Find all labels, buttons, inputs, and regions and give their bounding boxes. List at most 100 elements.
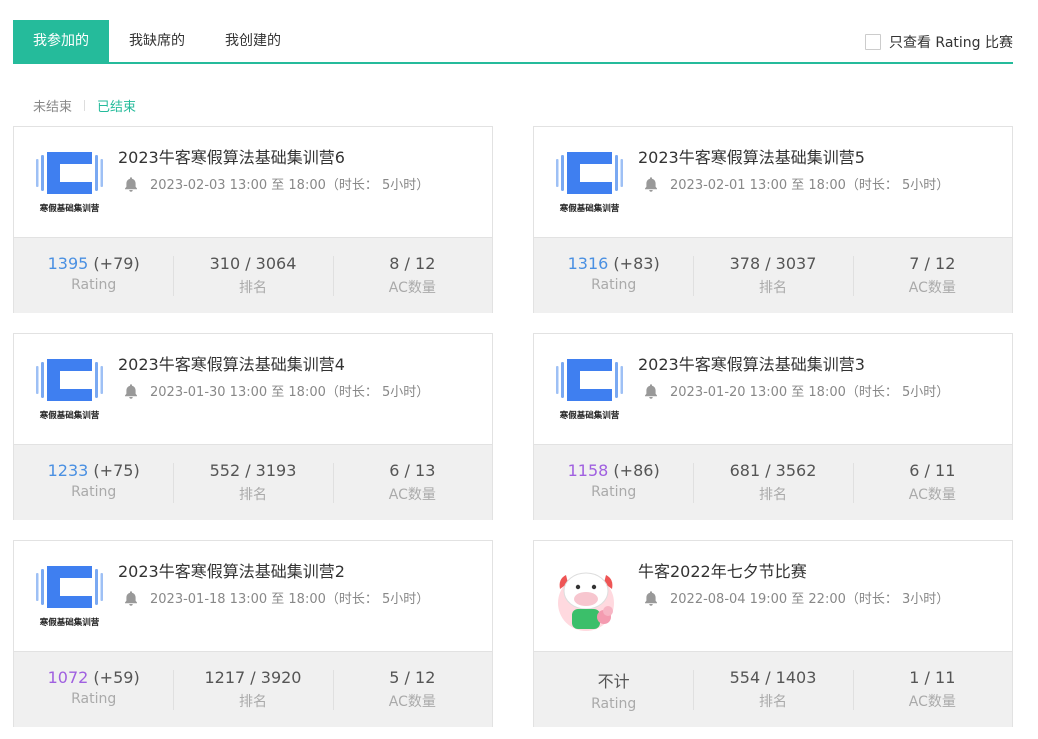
stat-rating: 1316 (+83) Rating — [534, 238, 693, 313]
status-filter: 未结束 已结束 — [33, 96, 136, 115]
rank-value: 310 / 3064 — [209, 254, 297, 273]
stat-rating: 1395 (+79) Rating — [14, 238, 173, 313]
rating-number: 不计 — [597, 672, 630, 691]
contest-card-header[interactable]: 寒假基础集训营 2023牛客寒假算法基础集训营4 2023-01-30 13:0… — [14, 334, 492, 444]
contest-card: 牛客2022年七夕节比赛 2022-08-04 19:00 至 22:00（时长… — [533, 540, 1013, 727]
contest-time-text: 2022-08-04 19:00 至 22:00（时长： 3小时） — [670, 592, 950, 607]
rating-label: Rating — [591, 277, 637, 293]
ac-label: AC数量 — [908, 694, 956, 710]
stat-rank: 681 / 3562 排名 — [693, 445, 852, 520]
contest-stats: 不计 Rating 554 / 1403 排名 1 / 11 AC数量 — [534, 651, 1012, 727]
stat-rating: 1233 (+75) Rating — [14, 445, 173, 520]
rating-label: Rating — [591, 484, 637, 500]
rating-value: 1395 (+79) — [14, 254, 173, 273]
logo-caption: 寒假基础集训营 — [39, 203, 100, 214]
cow-mascot-logo — [558, 572, 614, 631]
contest-time-text: 2023-01-20 13:00 至 18:00（时长： 5小时） — [670, 385, 950, 400]
contest-stats: 1072 (+59) Rating 1217 / 3920 排名 5 / 12 … — [14, 651, 492, 727]
rank-label: 排名 — [758, 694, 787, 710]
logo-caption: 寒假基础集训营 — [559, 203, 620, 214]
ac-value: 6 / 11 — [909, 461, 956, 480]
stat-rank: 378 / 3037 排名 — [693, 238, 852, 313]
winter-camp-logo: 寒假基础集训营 — [36, 359, 103, 421]
contest-card-header[interactable]: 牛客2022年七夕节比赛 2022-08-04 19:00 至 22:00（时长… — [534, 541, 1012, 651]
rank-label: 排名 — [758, 280, 787, 296]
bell-icon — [125, 176, 137, 192]
contest-title[interactable]: 2023牛客寒假算法基础集训营3 — [638, 351, 865, 375]
rating-number: 1316 — [567, 254, 609, 273]
contest-title[interactable]: 2023牛客寒假算法基础集训营6 — [118, 144, 345, 168]
tab-absent[interactable]: 我缺席的 — [114, 20, 200, 62]
rating-number: 1233 — [47, 461, 89, 480]
rank-value: 378 / 3037 — [729, 254, 817, 273]
rating-value: 不计 — [534, 668, 693, 692]
logo-caption: 寒假基础集训营 — [559, 410, 620, 421]
ac-label: AC数量 — [388, 694, 436, 710]
contest-title[interactable]: 2023牛客寒假算法基础集训营5 — [638, 144, 865, 168]
rating-only-filter[interactable]: 只查看 Rating 比赛 — [864, 32, 1013, 52]
contest-card-header[interactable]: 寒假基础集训营 2023牛客寒假算法基础集训营3 2023-01-20 13:0… — [534, 334, 1012, 444]
rating-delta: (+86) — [608, 461, 660, 480]
ac-label: AC数量 — [908, 487, 956, 503]
rating-label: Rating — [71, 691, 117, 707]
rank-label: 排名 — [238, 280, 267, 296]
contest-time: 2023-02-03 13:00 至 18:00（时长： 5小时） — [122, 174, 429, 193]
tab-participated[interactable]: 我参加的 — [13, 20, 109, 62]
contest-card-header[interactable]: 寒假基础集训营 2023牛客寒假算法基础集训营2 2023-01-18 13:0… — [14, 541, 492, 651]
logo-caption: 寒假基础集训营 — [39, 617, 100, 628]
filter-not-ended[interactable]: 未结束 — [33, 96, 72, 115]
contest-tabs: 我参加的 我缺席的 我创建的 只查看 Rating 比赛 — [13, 20, 1013, 64]
rating-value: 1158 (+86) — [534, 461, 693, 480]
contest-card-header[interactable]: 寒假基础集训营 2023牛客寒假算法基础集训营6 2023-02-03 13:0… — [14, 127, 492, 237]
contest-stats: 1316 (+83) Rating 378 / 3037 排名 7 / 12 A… — [534, 237, 1012, 313]
stat-rank: 1217 / 3920 排名 — [173, 652, 332, 727]
rank-value: 552 / 3193 — [209, 461, 297, 480]
contest-time-text: 2023-02-01 13:00 至 18:00（时长： 5小时） — [670, 178, 950, 193]
rating-value: 1233 (+75) — [14, 461, 173, 480]
stat-rank: 552 / 3193 排名 — [173, 445, 332, 520]
contest-time-text: 2023-01-30 13:00 至 18:00（时长： 5小时） — [150, 385, 430, 400]
rating-only-checkbox[interactable] — [864, 34, 881, 50]
contest-title[interactable]: 2023牛客寒假算法基础集训营4 — [118, 351, 345, 375]
rating-number: 1158 — [567, 461, 609, 480]
rating-delta: (+83) — [608, 254, 660, 273]
bell-icon — [645, 590, 657, 606]
ac-label: AC数量 — [388, 280, 436, 296]
stat-ac: 1 / 11 AC数量 — [852, 652, 1012, 727]
contest-card: 寒假基础集训营 2023牛客寒假算法基础集训营4 2023-01-30 13:0… — [13, 333, 493, 520]
filter-ended[interactable]: 已结束 — [97, 96, 136, 115]
rating-label: Rating — [591, 696, 637, 712]
contest-card: 寒假基础集训营 2023牛客寒假算法基础集训营3 2023-01-20 13:0… — [533, 333, 1013, 520]
rank-value: 554 / 1403 — [729, 668, 817, 687]
rank-label: 排名 — [238, 487, 267, 503]
ac-value: 8 / 12 — [389, 254, 436, 273]
rating-label: Rating — [71, 277, 117, 293]
contest-time: 2022-08-04 19:00 至 22:00（时长： 3小时） — [642, 588, 949, 607]
rating-only-label: 只查看 Rating 比赛 — [888, 35, 1013, 51]
contest-card-header[interactable]: 寒假基础集训营 2023牛客寒假算法基础集训营5 2023-02-01 13:0… — [534, 127, 1012, 237]
filter-divider — [84, 100, 86, 111]
rating-value: 1316 (+83) — [534, 254, 693, 273]
rating-number: 1072 — [47, 668, 89, 687]
rating-delta: (+59) — [88, 668, 140, 687]
contest-title[interactable]: 2023牛客寒假算法基础集训营2 — [118, 558, 345, 582]
tab-created[interactable]: 我创建的 — [210, 20, 296, 62]
contest-stats: 1158 (+86) Rating 681 / 3562 排名 6 / 11 A… — [534, 444, 1012, 520]
contest-time: 2023-01-30 13:00 至 18:00（时长： 5小时） — [122, 381, 429, 400]
ac-label: AC数量 — [908, 280, 956, 296]
stat-ac: 6 / 11 AC数量 — [852, 445, 1012, 520]
winter-camp-logo: 寒假基础集训营 — [36, 566, 103, 628]
stat-rank: 310 / 3064 排名 — [173, 238, 332, 313]
stat-rank: 554 / 1403 排名 — [693, 652, 852, 727]
contest-time: 2023-01-20 13:00 至 18:00（时长： 5小时） — [642, 381, 949, 400]
rating-delta: (+75) — [88, 461, 140, 480]
bell-icon — [645, 176, 657, 192]
contest-stats: 1233 (+75) Rating 552 / 3193 排名 6 / 13 A… — [14, 444, 492, 520]
rating-value: 1072 (+59) — [14, 668, 173, 687]
contest-title[interactable]: 牛客2022年七夕节比赛 — [638, 558, 807, 582]
bell-icon — [125, 590, 137, 606]
contest-card: 寒假基础集训营 2023牛客寒假算法基础集训营6 2023-02-03 13:0… — [13, 126, 493, 313]
rating-delta: (+79) — [88, 254, 140, 273]
logo-caption: 寒假基础集训营 — [39, 410, 100, 421]
bell-icon — [645, 383, 657, 399]
